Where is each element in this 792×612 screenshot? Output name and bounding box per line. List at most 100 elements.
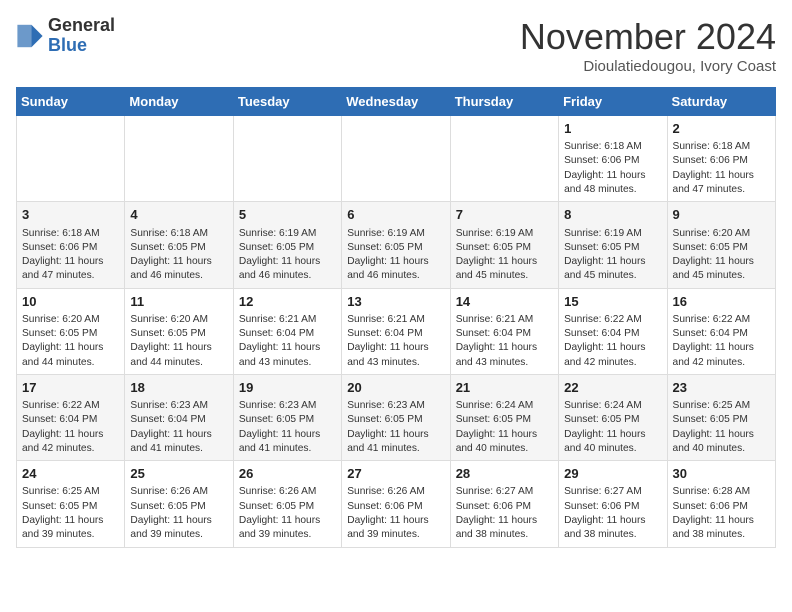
day-number: 14 xyxy=(456,293,553,311)
day-number: 23 xyxy=(673,379,770,397)
title-block: November 2024 Dioulatiedougou, Ivory Coa… xyxy=(520,16,776,75)
day-number: 3 xyxy=(22,206,119,224)
day-info: Sunrise: 6:27 AMSunset: 6:06 PMDaylight:… xyxy=(456,485,553,542)
day-number: 4 xyxy=(130,206,227,224)
calendar-cell xyxy=(125,116,233,202)
day-number: 9 xyxy=(673,206,770,224)
day-number: 2 xyxy=(673,120,770,138)
day-info: Sunrise: 6:23 AMSunset: 6:05 PMDaylight:… xyxy=(239,399,336,456)
day-number: 17 xyxy=(22,379,119,397)
calendar-cell: 8Sunrise: 6:19 AMSunset: 6:05 PMDaylight… xyxy=(559,202,667,288)
calendar-cell: 19Sunrise: 6:23 AMSunset: 6:05 PMDayligh… xyxy=(233,374,341,460)
day-number: 5 xyxy=(239,206,336,224)
day-number: 8 xyxy=(564,206,661,224)
day-number: 24 xyxy=(22,465,119,483)
day-number: 25 xyxy=(130,465,227,483)
calendar-cell: 13Sunrise: 6:21 AMSunset: 6:04 PMDayligh… xyxy=(342,288,450,374)
logo-text: General Blue xyxy=(48,16,115,56)
day-info: Sunrise: 6:24 AMSunset: 6:05 PMDaylight:… xyxy=(564,399,661,456)
day-info: Sunrise: 6:22 AMSunset: 6:04 PMDaylight:… xyxy=(22,399,119,456)
calendar-cell: 23 Sunrise: 6:25 AMSunset: 6:05 PMDayligh… xyxy=(667,374,775,460)
day-info: Sunrise: 6:21 AMSunset: 6:04 PMDaylight:… xyxy=(456,313,553,370)
week-row-1: 1 Sunrise: 6:18 AMSunset: 6:06 PMDaylight… xyxy=(17,116,776,202)
day-info: Sunrise: 6:22 AMSunset: 6:04 PMDaylight:… xyxy=(673,313,770,370)
page-header: General Blue November 2024 Dioulatiedoug… xyxy=(16,16,776,75)
day-number: 30 xyxy=(673,465,770,483)
day-number: 21 xyxy=(456,379,553,397)
day-info: Sunrise: 6:26 AMSunset: 6:05 PMDaylight:… xyxy=(239,485,336,542)
calendar-cell: 11Sunrise: 6:20 AMSunset: 6:05 PMDayligh… xyxy=(125,288,233,374)
calendar-cell xyxy=(342,116,450,202)
day-info: Sunrise: 6:18 AMSunset: 6:06 PMDaylight:… xyxy=(673,140,770,197)
day-info: Sunrise: 6:28 AMSunset: 6:06 PMDaylight:… xyxy=(673,485,770,542)
day-info: Sunrise: 6:18 AMSunset: 6:05 PMDaylight:… xyxy=(130,227,227,284)
day-info: Sunrise: 6:22 AMSunset: 6:04 PMDaylight:… xyxy=(564,313,661,370)
day-info: Sunrise: 6:23 AMSunset: 6:05 PMDaylight:… xyxy=(347,399,444,456)
calendar-cell: 3 Sunrise: 6:18 AMSunset: 6:06 PMDaylight… xyxy=(17,202,125,288)
col-header-sunday: Sunday xyxy=(17,88,125,116)
day-info: Sunrise: 6:19 AMSunset: 6:05 PMDaylight:… xyxy=(347,227,444,284)
calendar-cell: 1 Sunrise: 6:18 AMSunset: 6:06 PMDaylight… xyxy=(559,116,667,202)
calendar-cell: 7 Sunrise: 6:19 AMSunset: 6:05 PMDaylight… xyxy=(450,202,558,288)
logo: General Blue xyxy=(16,16,115,56)
calendar-cell: 15 Sunrise: 6:22 AMSunset: 6:04 PMDayligh… xyxy=(559,288,667,374)
day-info: Sunrise: 6:24 AMSunset: 6:05 PMDaylight:… xyxy=(456,399,553,456)
day-number: 29 xyxy=(564,465,661,483)
day-info: Sunrise: 6:18 AMSunset: 6:06 PMDaylight:… xyxy=(564,140,661,197)
col-header-monday: Monday xyxy=(125,88,233,116)
day-number: 20 xyxy=(347,379,444,397)
calendar-cell: 4 Sunrise: 6:18 AMSunset: 6:05 PMDaylight… xyxy=(125,202,233,288)
calendar-cell: 9Sunrise: 6:20 AMSunset: 6:05 PMDaylight… xyxy=(667,202,775,288)
calendar-cell: 27 Sunrise: 6:26 AMSunset: 6:06 PMDayligh… xyxy=(342,461,450,547)
calendar-cell: 6 Sunrise: 6:19 AMSunset: 6:05 PMDaylight… xyxy=(342,202,450,288)
day-info: Sunrise: 6:26 AMSunset: 6:06 PMDaylight:… xyxy=(347,485,444,542)
day-info: Sunrise: 6:21 AMSunset: 6:04 PMDaylight:… xyxy=(347,313,444,370)
day-number: 26 xyxy=(239,465,336,483)
calendar-cell: 17 Sunrise: 6:22 AMSunset: 6:04 PMDayligh… xyxy=(17,374,125,460)
calendar-cell: 18Sunrise: 6:23 AMSunset: 6:04 PMDayligh… xyxy=(125,374,233,460)
month-title: November 2024 xyxy=(520,16,776,58)
col-header-wednesday: Wednesday xyxy=(342,88,450,116)
calendar-cell: 26 Sunrise: 6:26 AMSunset: 6:05 PMDayligh… xyxy=(233,461,341,547)
calendar-table: SundayMondayTuesdayWednesdayThursdayFrid… xyxy=(16,87,776,548)
day-info: Sunrise: 6:20 AMSunset: 6:05 PMDaylight:… xyxy=(22,313,119,370)
calendar-cell: 24 Sunrise: 6:25 AMSunset: 6:05 PMDayligh… xyxy=(17,461,125,547)
calendar-cell: 10 Sunrise: 6:20 AMSunset: 6:05 PMDayligh… xyxy=(17,288,125,374)
logo-icon xyxy=(16,22,44,50)
day-info: Sunrise: 6:18 AMSunset: 6:06 PMDaylight:… xyxy=(22,227,119,284)
day-number: 6 xyxy=(347,206,444,224)
day-number: 28 xyxy=(456,465,553,483)
calendar-cell xyxy=(17,116,125,202)
calendar-header-row: SundayMondayTuesdayWednesdayThursdayFrid… xyxy=(17,88,776,116)
week-row-5: 24 Sunrise: 6:25 AMSunset: 6:05 PMDayligh… xyxy=(17,461,776,547)
calendar-cell: 22Sunrise: 6:24 AMSunset: 6:05 PMDayligh… xyxy=(559,374,667,460)
day-info: Sunrise: 6:19 AMSunset: 6:05 PMDaylight:… xyxy=(239,227,336,284)
day-info: Sunrise: 6:21 AMSunset: 6:04 PMDaylight:… xyxy=(239,313,336,370)
calendar-cell: 30 Sunrise: 6:28 AMSunset: 6:06 PMDayligh… xyxy=(667,461,775,547)
col-header-thursday: Thursday xyxy=(450,88,558,116)
calendar-cell: 16Sunrise: 6:22 AMSunset: 6:04 PMDayligh… xyxy=(667,288,775,374)
day-info: Sunrise: 6:20 AMSunset: 6:05 PMDaylight:… xyxy=(130,313,227,370)
day-info: Sunrise: 6:26 AMSunset: 6:05 PMDaylight:… xyxy=(130,485,227,542)
day-number: 15 xyxy=(564,293,661,311)
day-number: 7 xyxy=(456,206,553,224)
day-number: 12 xyxy=(239,293,336,311)
day-number: 27 xyxy=(347,465,444,483)
day-number: 1 xyxy=(564,120,661,138)
week-row-2: 3 Sunrise: 6:18 AMSunset: 6:06 PMDaylight… xyxy=(17,202,776,288)
day-info: Sunrise: 6:25 AMSunset: 6:05 PMDaylight:… xyxy=(22,485,119,542)
day-number: 18 xyxy=(130,379,227,397)
day-info: Sunrise: 6:19 AMSunset: 6:05 PMDaylight:… xyxy=(456,227,553,284)
week-row-3: 10 Sunrise: 6:20 AMSunset: 6:05 PMDayligh… xyxy=(17,288,776,374)
calendar-cell: 5 Sunrise: 6:19 AMSunset: 6:05 PMDaylight… xyxy=(233,202,341,288)
calendar-cell: 20 Sunrise: 6:23 AMSunset: 6:05 PMDayligh… xyxy=(342,374,450,460)
calendar-cell: 2 Sunrise: 6:18 AMSunset: 6:06 PMDaylight… xyxy=(667,116,775,202)
calendar-cell: 29Sunrise: 6:27 AMSunset: 6:06 PMDayligh… xyxy=(559,461,667,547)
day-number: 10 xyxy=(22,293,119,311)
location: Dioulatiedougou, Ivory Coast xyxy=(520,58,776,75)
calendar-cell xyxy=(233,116,341,202)
calendar-cell: 21 Sunrise: 6:24 AMSunset: 6:05 PMDayligh… xyxy=(450,374,558,460)
week-row-4: 17 Sunrise: 6:22 AMSunset: 6:04 PMDayligh… xyxy=(17,374,776,460)
day-info: Sunrise: 6:25 AMSunset: 6:05 PMDaylight:… xyxy=(673,399,770,456)
calendar-cell: 28 Sunrise: 6:27 AMSunset: 6:06 PMDayligh… xyxy=(450,461,558,547)
